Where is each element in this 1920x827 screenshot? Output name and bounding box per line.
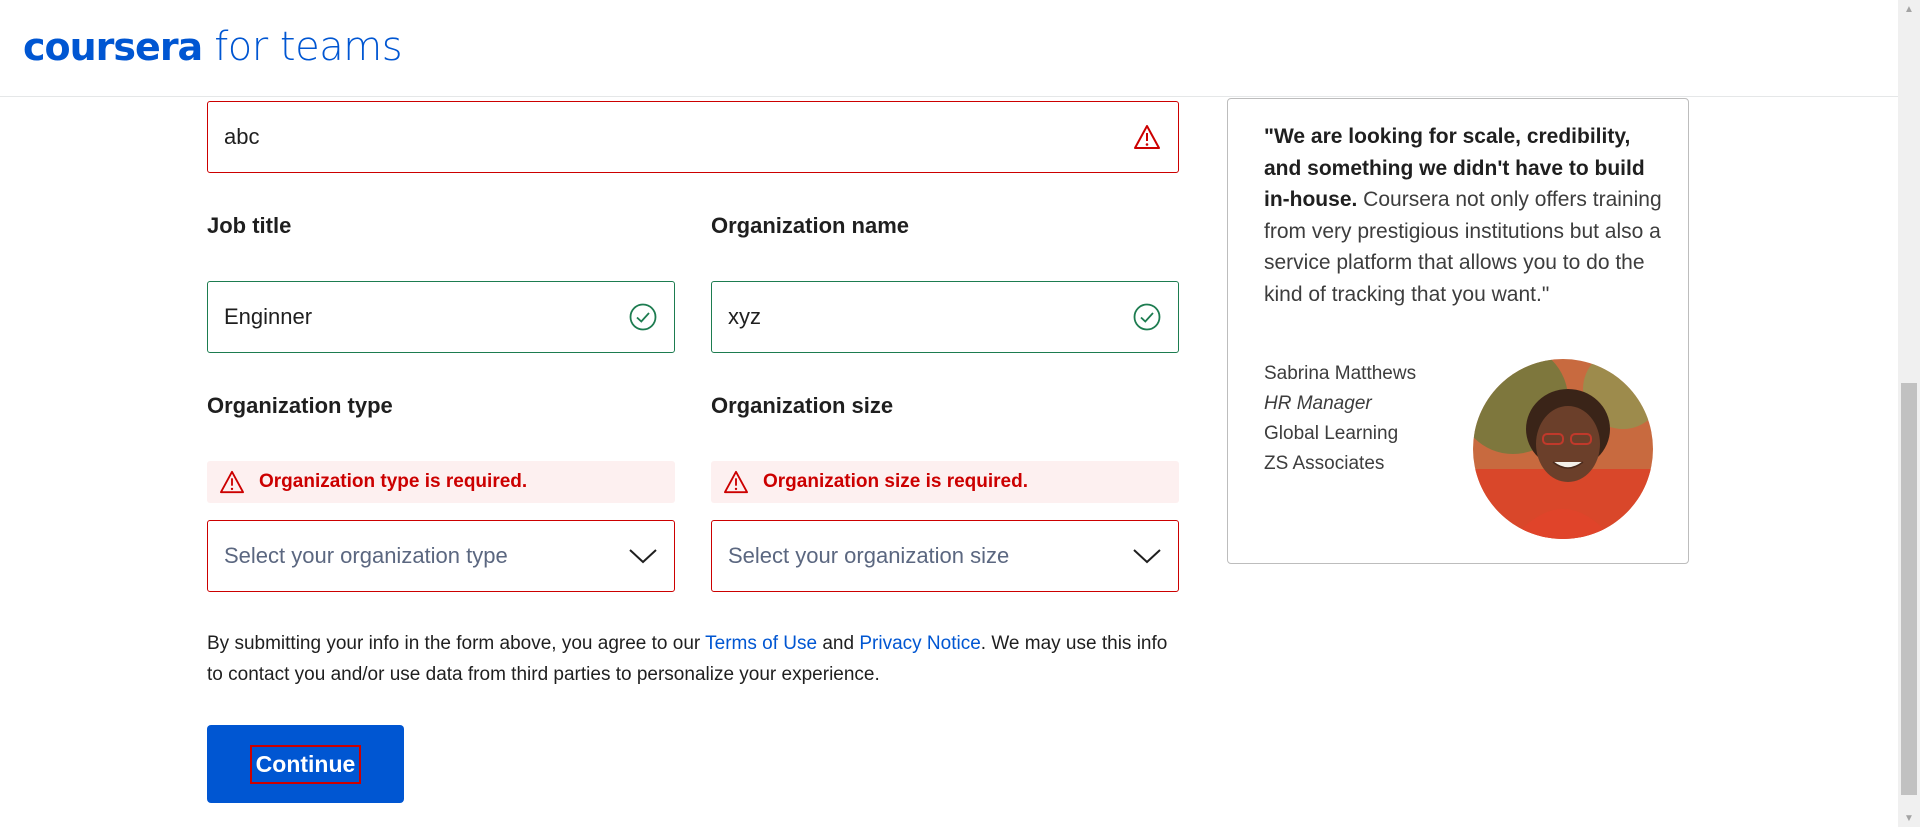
- author-name: Sabrina Matthews: [1264, 363, 1417, 384]
- field-value: Enginner: [224, 304, 313, 329]
- field-value: xyz: [728, 304, 761, 329]
- warning-icon: [1132, 122, 1162, 152]
- org-type-error: Organization type is required.: [207, 461, 675, 503]
- chevron-down-icon: [1132, 541, 1162, 571]
- chevron-down-icon: [628, 541, 658, 571]
- author-department: Global Learning: [1264, 423, 1399, 444]
- testimonial-card: "We are looking for scale, credibility, …: [1227, 98, 1689, 564]
- org-size-label: Organization size: [711, 393, 894, 418]
- scrollbar-thumb[interactable]: [1901, 383, 1917, 795]
- testimonial-quote: "We are looking for scale, credibility, …: [1264, 121, 1664, 310]
- coursera-for-teams-logo[interactable]: coursera for teams: [23, 24, 403, 70]
- org-name-label: Organization name: [711, 213, 910, 238]
- scroll-down-arrow-icon[interactable]: ▼: [1898, 809, 1920, 827]
- consent-text: By submitting your info in the form abov…: [207, 628, 1187, 690]
- error-text: Organization size is required.: [763, 471, 1029, 492]
- top-header: coursera for teams: [0, 0, 1898, 97]
- job-title-input[interactable]: Enginner: [207, 281, 675, 353]
- company-email-field[interactable]: abc: [207, 101, 1179, 173]
- select-placeholder: Select your organization type: [224, 543, 508, 568]
- warning-icon: [219, 468, 247, 496]
- logo-subtitle: for teams: [214, 24, 403, 70]
- consent-text-part: and: [817, 633, 860, 654]
- select-placeholder: Select your organization size: [728, 543, 1010, 568]
- continue-button[interactable]: Continue: [207, 725, 404, 803]
- org-type-label: Organization type: [207, 393, 393, 418]
- org-name-input[interactable]: xyz: [711, 281, 1179, 353]
- continue-button-label: Continue: [249, 744, 362, 784]
- testimonial-author: Sabrina Matthews HR Manager Global Learn…: [1264, 359, 1416, 479]
- check-circle-icon: [628, 302, 658, 332]
- logo-wordmark: coursera: [23, 25, 203, 69]
- scroll-up-arrow-icon[interactable]: ▲: [1898, 0, 1920, 18]
- page-scrollbar[interactable]: ▲ ▼: [1898, 0, 1920, 827]
- org-type-select[interactable]: Select your organization type: [207, 520, 675, 592]
- author-company: ZS Associates: [1264, 453, 1385, 474]
- privacy-notice-link[interactable]: Privacy Notice: [859, 633, 980, 654]
- author-role: HR Manager: [1264, 393, 1372, 414]
- field-value: abc: [224, 124, 260, 149]
- check-circle-icon: [1132, 302, 1162, 332]
- consent-text-part: By submitting your info in the form abov…: [207, 633, 706, 654]
- terms-of-use-link[interactable]: Terms of Use: [705, 633, 817, 654]
- author-avatar: [1473, 359, 1653, 539]
- error-text: Organization type is required.: [259, 471, 528, 492]
- org-size-select[interactable]: Select your organization size: [711, 520, 1179, 592]
- org-size-error: Organization size is required.: [711, 461, 1179, 503]
- warning-icon: [723, 468, 751, 496]
- job-title-label: Job title: [207, 213, 292, 238]
